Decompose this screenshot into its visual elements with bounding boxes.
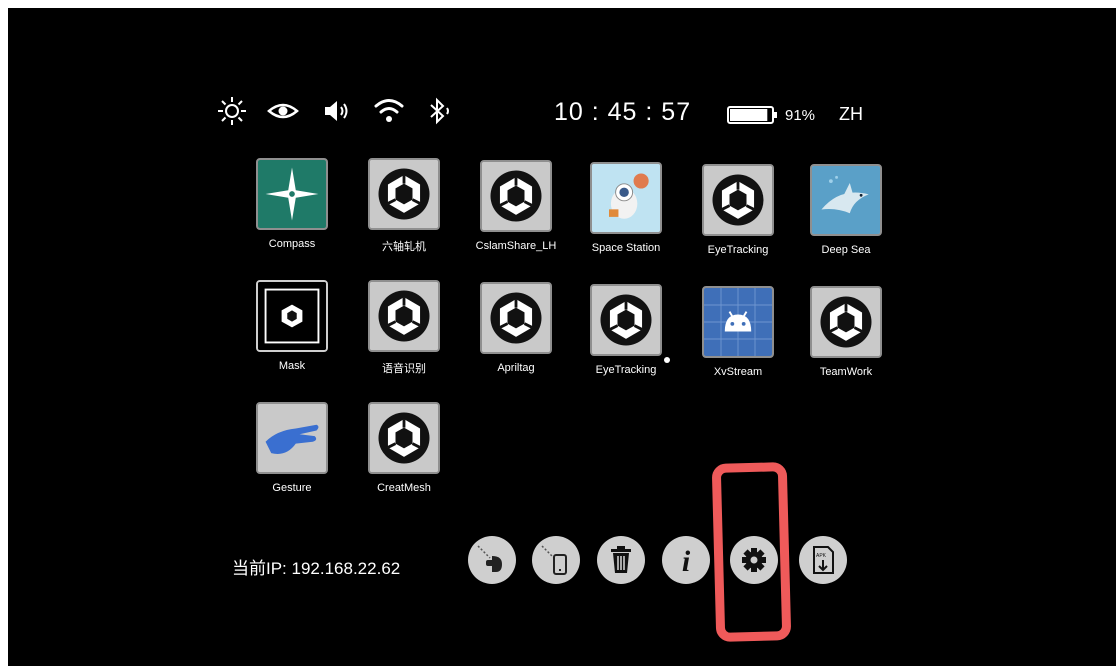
unity-icon [480, 160, 552, 232]
compass-icon [256, 158, 328, 230]
app-label: EyeTracking [707, 244, 769, 256]
astronaut-icon [590, 162, 662, 234]
ip-address-label: 当前IP: 192.168.22.62 [232, 559, 401, 578]
wifi-icon[interactable] [372, 94, 406, 128]
unity-icon [368, 402, 440, 474]
headset-connect-button[interactable] [468, 536, 516, 584]
apk-install-button[interactable]: APK [799, 536, 847, 584]
app-tile[interactable]: Gesture [232, 402, 342, 506]
delete-button[interactable] [597, 536, 645, 584]
phone-connect-button[interactable] [532, 536, 580, 584]
svg-text:i: i [682, 545, 691, 578]
app-label: Gesture [272, 482, 312, 494]
app-label: TeamWork [819, 366, 873, 378]
app-label: 语音识别 [382, 363, 426, 375]
app-label: Mask [278, 360, 306, 372]
headset-connect-icon [477, 545, 502, 572]
app-tile[interactable]: Mask [232, 280, 342, 384]
info-icon: i [682, 545, 691, 578]
app-tile[interactable]: 六轴轧机 [344, 158, 454, 262]
apk-install-icon: APK [813, 546, 834, 574]
bluetooth-icon[interactable] [422, 94, 456, 128]
app-label: Apriltag [497, 362, 535, 374]
device-screen: 10 : 45 : 57 91% ZH Compass 六轴轧机 CslamShar… [8, 8, 1116, 666]
app-label: EyeTracking [595, 364, 657, 376]
svg-text:APK: APK [816, 553, 827, 559]
unity-icon [480, 282, 552, 354]
app-tile[interactable]: TeamWork [786, 286, 896, 390]
android-icon [702, 286, 774, 358]
phone-connect-icon [541, 545, 567, 575]
info-button[interactable]: i [662, 536, 710, 584]
shark-icon [810, 164, 882, 236]
clock-time: 10 : 45 : 57 [554, 98, 692, 126]
app-label: XvStream [713, 366, 763, 378]
unity-icon [256, 280, 328, 352]
app-label: 六轴轧机 [382, 241, 426, 253]
unity-icon [368, 158, 440, 230]
app-tile[interactable]: EyeTracking [566, 284, 676, 388]
hand-icon [256, 402, 328, 474]
app-tile[interactable]: XvStream [678, 286, 788, 390]
unity-icon [810, 286, 882, 358]
language-toggle[interactable]: ZH [839, 104, 863, 125]
app-label: CreatMesh [377, 482, 431, 494]
app-tile[interactable]: Space Station [566, 162, 676, 266]
app-label: Space Station [591, 242, 661, 254]
app-tile[interactable]: Compass [232, 158, 342, 262]
app-tile[interactable]: 语音识别 [344, 280, 454, 384]
app-tile[interactable]: Deep Sea [786, 164, 896, 268]
unity-icon [368, 280, 440, 352]
battery-icon [727, 106, 779, 124]
app-tile[interactable]: EyeTracking [678, 164, 788, 268]
app-label: Deep Sea [821, 244, 871, 256]
app-label: Compass [268, 238, 316, 250]
eye-icon[interactable] [266, 94, 300, 128]
app-tile[interactable]: CreatMesh [344, 402, 454, 506]
trash-icon [611, 546, 631, 573]
volume-icon[interactable] [320, 94, 354, 128]
app-label: CslamShare_LH [475, 240, 557, 252]
red-highlight-annotation [711, 462, 792, 642]
unity-icon [590, 284, 662, 356]
cursor-dot [664, 357, 670, 363]
unity-icon [702, 164, 774, 236]
battery-percent: 91% [785, 107, 816, 124]
brightness-icon[interactable] [215, 94, 249, 128]
app-tile[interactable]: CslamShare_LH [456, 160, 566, 264]
app-tile[interactable]: Apriltag [456, 282, 566, 386]
